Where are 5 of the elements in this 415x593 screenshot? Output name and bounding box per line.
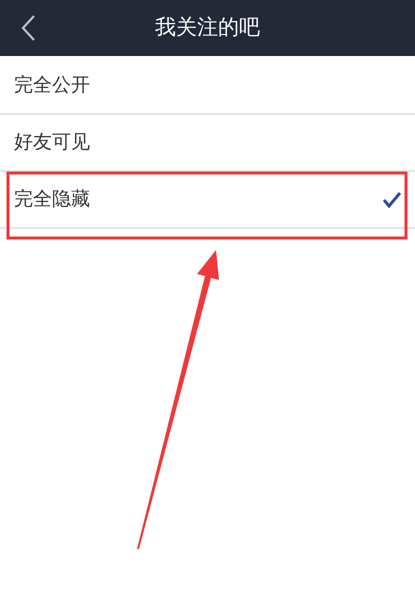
- option-label: 完全隐藏: [14, 187, 90, 212]
- option-label: 完全公开: [14, 73, 90, 98]
- screen-title: 我关注的吧: [155, 14, 260, 42]
- back-icon: [20, 14, 36, 42]
- option-label: 好友可见: [14, 130, 90, 156]
